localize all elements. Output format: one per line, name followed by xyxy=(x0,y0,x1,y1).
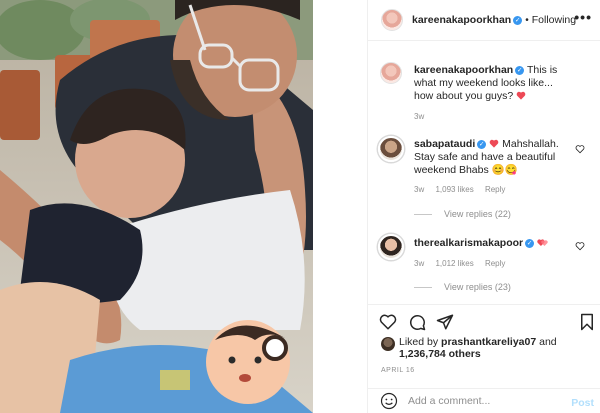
comment-meta: 3w 1,093 likes Reply xyxy=(414,185,514,194)
liker-avatar[interactable] xyxy=(381,337,395,351)
add-comment-bar: Add a comment... Post xyxy=(368,388,600,413)
view-replies-button[interactable]: View replies (23) xyxy=(414,282,511,292)
post-photo[interactable] xyxy=(0,0,313,413)
caption-username[interactable]: kareenakapoorkhan xyxy=(414,64,513,76)
header-divider xyxy=(368,40,600,41)
verified-badge-icon: ✓ xyxy=(513,15,523,25)
post-actions xyxy=(368,305,600,337)
comment-reply-button[interactable]: Reply xyxy=(485,259,505,268)
caption-time: 3w xyxy=(414,112,425,121)
separator-dot: • xyxy=(525,14,529,26)
caption-avatar[interactable] xyxy=(380,62,402,84)
like-heart-icon[interactable] xyxy=(379,313,397,331)
heart-emoji-icon xyxy=(537,239,548,247)
comment-reply-button[interactable]: Reply xyxy=(485,185,505,194)
red-heart-emoji-icon xyxy=(516,91,526,100)
replies-line xyxy=(414,213,432,215)
commenter-avatar[interactable] xyxy=(378,136,404,162)
comment-username[interactable]: therealkarismakapoor xyxy=(414,237,523,249)
more-options-icon[interactable]: ••• xyxy=(574,10,592,24)
comment-username[interactable]: sabapataudi xyxy=(414,138,475,150)
like-comment-heart-icon[interactable] xyxy=(575,241,585,251)
comment-bubble-icon[interactable] xyxy=(408,313,426,331)
commenter-avatar[interactable] xyxy=(378,234,404,260)
others-count[interactable]: 1,236,784 others xyxy=(399,348,481,360)
photo-illustration xyxy=(0,0,313,413)
emoji-smile-icon[interactable] xyxy=(380,392,398,410)
view-replies-button[interactable]: View replies (22) xyxy=(414,209,511,219)
comment-emoji: 😊😋 xyxy=(491,164,518,176)
like-comment-heart-icon[interactable] xyxy=(575,144,585,154)
author-username[interactable]: kareenakapoorkhan xyxy=(412,14,511,26)
liked-by-joiner: and xyxy=(539,336,557,348)
following-button[interactable]: Following xyxy=(532,14,576,26)
save-bookmark-icon[interactable] xyxy=(578,313,596,331)
comment-text: therealkarismakapoor ✓ xyxy=(414,237,569,250)
comment-likes[interactable]: 1,093 likes xyxy=(435,185,473,194)
red-heart-emoji-icon xyxy=(489,139,499,148)
replies-line xyxy=(414,286,432,288)
comment-likes[interactable]: 1,012 likes xyxy=(435,259,473,268)
comment-time: 3w xyxy=(414,185,425,194)
view-replies-label: View replies (23) xyxy=(444,282,511,292)
view-replies-label: View replies (22) xyxy=(444,209,511,219)
liker-username[interactable]: prashantkareliya07 xyxy=(441,336,536,348)
share-paper-plane-icon[interactable] xyxy=(436,313,454,331)
post-button[interactable]: Post xyxy=(571,397,594,409)
comments-panel: kareenakapoorkhan ✓ • Following ••• kare… xyxy=(368,0,600,413)
caption-meta: 3w xyxy=(414,112,433,121)
comment-time: 3w xyxy=(414,259,425,268)
caption-text: kareenakapoorkhan ✓ This is what my weeke… xyxy=(414,64,569,103)
comment-meta: 3w 1,012 likes Reply xyxy=(414,259,514,268)
liked-by-text: Liked by prashantkareliya07 and 1,236,78… xyxy=(399,336,596,360)
comment-input[interactable]: Add a comment... xyxy=(408,395,490,407)
post-date[interactable]: APRIL 16 xyxy=(381,367,415,374)
liked-by: Liked by prashantkareliya07 and 1,236,78… xyxy=(381,336,596,360)
verified-badge-icon: ✓ xyxy=(477,140,487,149)
comment-text: sabapataudi ✓ Mahshallah. Stay safe and h… xyxy=(414,138,569,177)
verified-badge-icon: ✓ xyxy=(515,66,525,75)
liked-by-prefix: Liked by xyxy=(399,336,439,348)
author-avatar[interactable] xyxy=(381,9,403,31)
verified-badge-icon: ✓ xyxy=(525,239,535,248)
post-header: kareenakapoorkhan ✓ • Following ••• xyxy=(368,0,600,40)
